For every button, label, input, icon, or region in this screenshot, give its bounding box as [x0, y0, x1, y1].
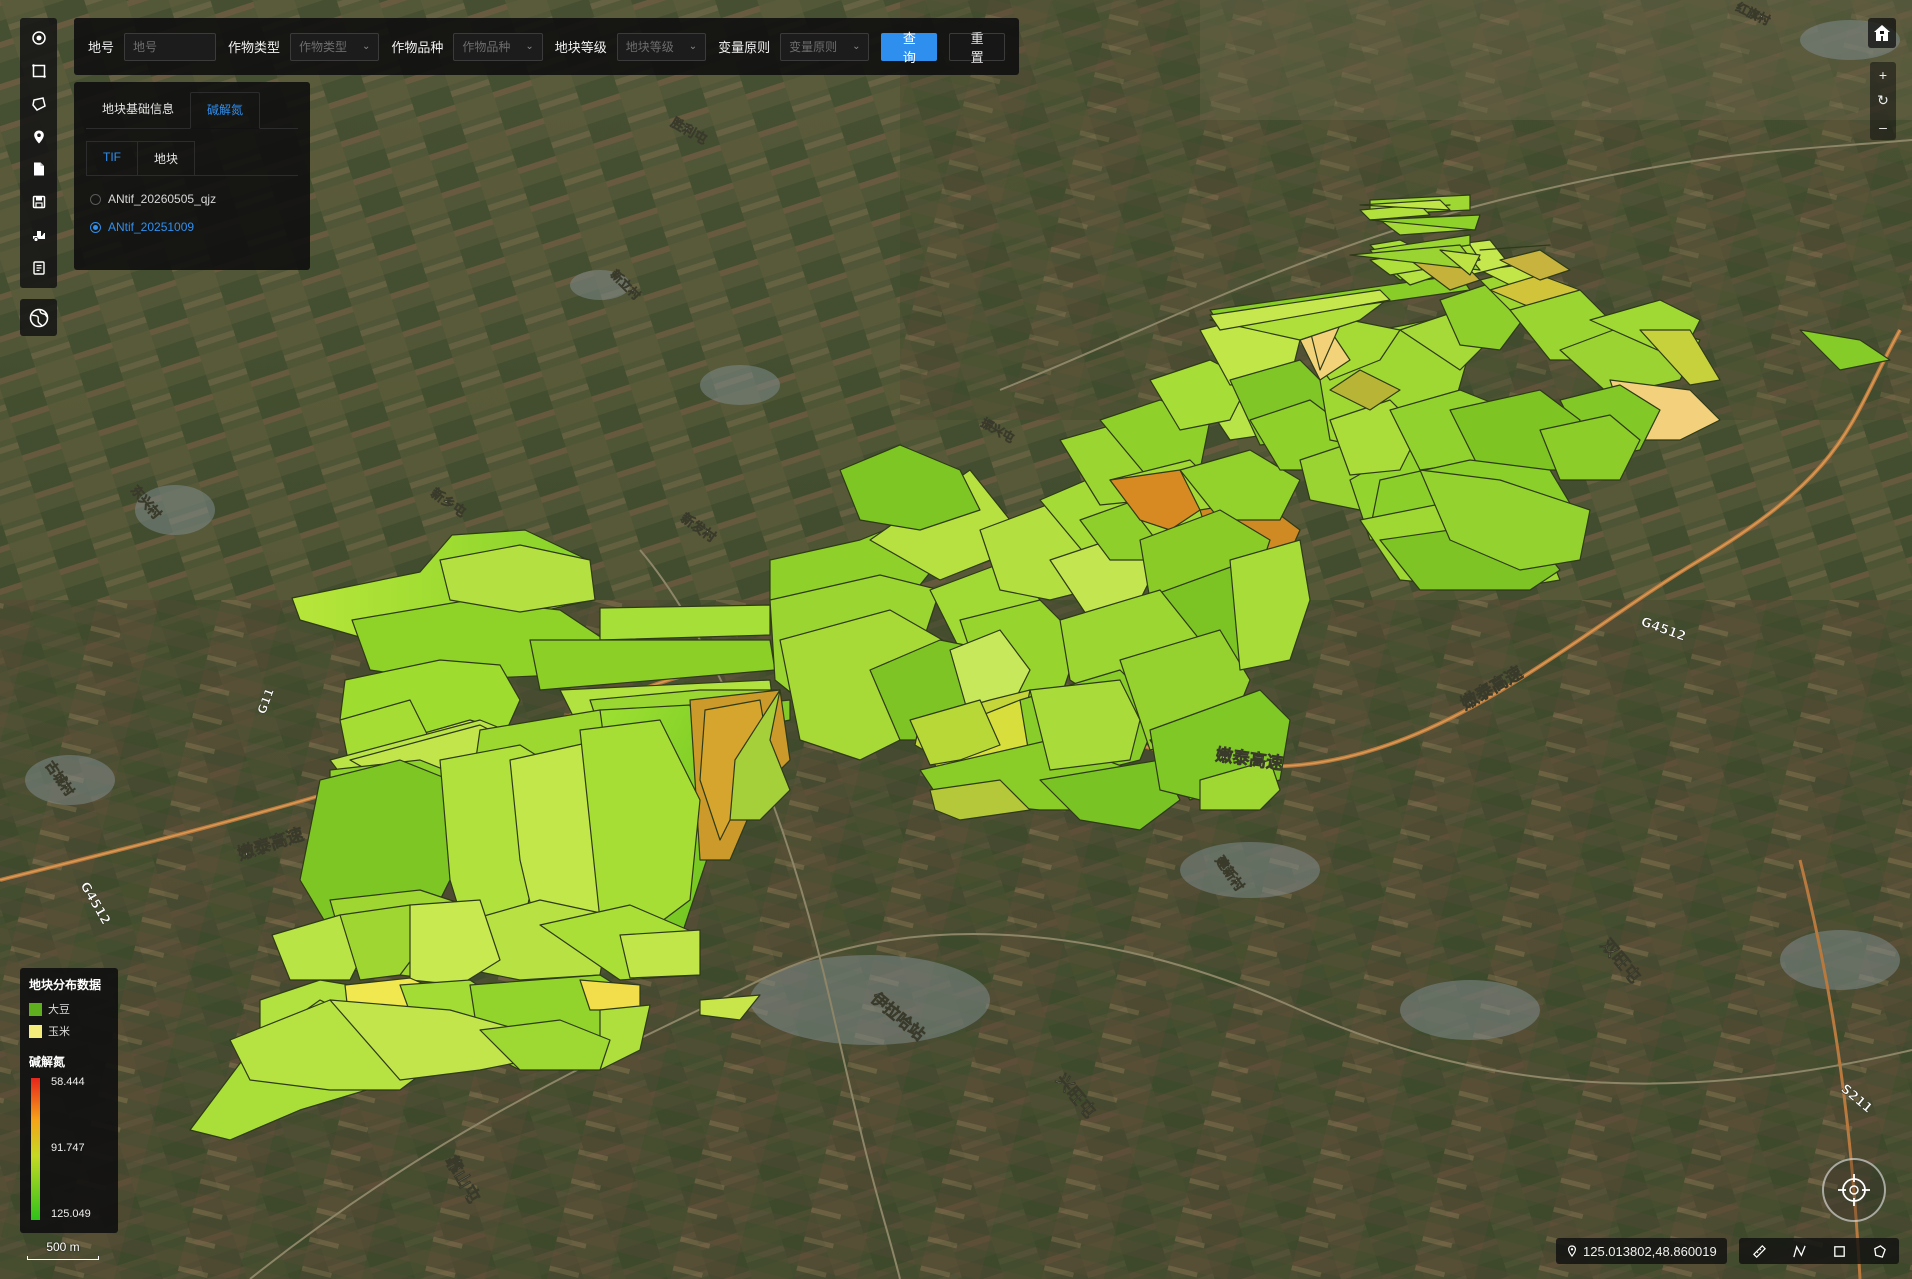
zoom-control: + ↻ – [1870, 62, 1896, 140]
zoom-out-button[interactable]: – [1879, 119, 1887, 135]
location-tool-button[interactable] [26, 124, 52, 149]
square-icon[interactable] [1832, 1244, 1847, 1259]
variable-rule-placeholder: 变量原则 [789, 40, 838, 54]
tractor-icon [32, 230, 45, 242]
crop-variety-select[interactable]: 作物品种 ⌄ [453, 32, 543, 61]
document-list-icon [32, 260, 45, 275]
report-button[interactable] [26, 255, 52, 280]
color-ramp-min: 125.049 [51, 1208, 91, 1220]
chevron-down-icon: ⌄ [688, 41, 698, 52]
polygon-icon [31, 96, 46, 111]
measure-toolbar [1739, 1238, 1899, 1264]
legend-item: 玉米 [29, 1023, 109, 1039]
map-toolbar [20, 18, 57, 288]
reset-view-button[interactable]: ↻ [1877, 92, 1889, 109]
zoom-in-button[interactable]: + [1879, 67, 1887, 83]
variable-rule-select[interactable]: 变量原则 ⌄ [780, 32, 870, 61]
info-tabs: 地块基础信息 碱解氮 [86, 92, 298, 129]
layer-option-label: ANtif_20260505_qjz [108, 192, 217, 206]
scale-bar: 500 m [26, 1240, 100, 1260]
home-button[interactable] [1868, 18, 1896, 48]
color-ramp-mid: 91.747 [51, 1142, 85, 1154]
crop-type-placeholder: 作物类型 [299, 40, 348, 54]
crop-type-select[interactable]: 作物类型 ⌄ [290, 32, 380, 61]
save-button[interactable] [26, 190, 52, 215]
layer-option[interactable]: ANtif_20251009 [86, 220, 298, 234]
crop-type-label: 作物类型 [228, 40, 281, 55]
variable-rule-label: 变量原则 [718, 40, 771, 55]
color-ramp-bar [31, 1078, 40, 1220]
chevron-down-icon: ⌄ [361, 41, 371, 52]
tab-tif[interactable]: TIF [86, 141, 138, 175]
scale-label: 500 m [46, 1240, 80, 1254]
location-pin-icon [1567, 1245, 1577, 1257]
scale-line [27, 1256, 99, 1260]
rectangle-icon [31, 64, 46, 78]
legend-title: 地块分布数据 [29, 978, 102, 992]
radio-button-checked[interactable] [90, 221, 101, 233]
polyline-icon[interactable] [1792, 1244, 1807, 1259]
color-ramp: 58.444 91.747 125.049 [29, 1076, 109, 1222]
polygon-icon[interactable] [1872, 1244, 1887, 1259]
map-legend: 地块分布数据 大豆 玉米 碱解氮 58.444 91.747 125.049 [20, 968, 118, 1233]
basemap-switch-button[interactable] [20, 299, 57, 336]
query-bar: 地号 作物类型 作物类型 ⌄ 作物品种 作物品种 ⌄ 地块等级 地块等级 ⌄ 变… [74, 18, 1019, 75]
color-ramp-max: 58.444 [51, 1076, 85, 1088]
plot-grade-placeholder: 地块等级 [625, 40, 674, 54]
plot-number-input[interactable] [124, 32, 217, 61]
location-pin-icon [33, 130, 44, 144]
compass-control[interactable] [1822, 1158, 1886, 1222]
tab-plot[interactable]: 地块 [137, 141, 196, 175]
import-file-button[interactable] [26, 157, 52, 182]
legend-swatch [29, 1002, 42, 1016]
crop-variety-label: 作物品种 [391, 40, 444, 55]
query-button[interactable]: 查询 [881, 31, 938, 65]
file-icon [33, 162, 44, 176]
farm-tool-button[interactable] [26, 223, 52, 248]
color-ramp-title: 碱解氮 [29, 1055, 66, 1069]
legend-item-label: 玉米 [48, 1026, 70, 1038]
chevron-down-icon: ⌄ [852, 41, 861, 52]
chevron-down-icon: ⌄ [525, 41, 534, 52]
layer-info-panel: 地块基础信息 碱解氮 TIF 地块 ANtif_20260505_qjz ANt… [74, 82, 310, 270]
coordinate-text: 125.013802,48.860019 [1583, 1243, 1717, 1259]
rectangle-tool-button[interactable] [26, 59, 52, 84]
globe-icon [29, 308, 48, 327]
legend-swatch [29, 1024, 42, 1038]
point-tool-button[interactable] [26, 26, 52, 51]
plot-grade-label: 地块等级 [554, 40, 607, 55]
layer-option-label: ANtif_20251009 [108, 220, 195, 234]
ruler-icon[interactable] [1752, 1244, 1767, 1259]
plot-number-label: 地号 [88, 40, 115, 55]
radio-button[interactable] [90, 193, 101, 205]
plot-grade-select[interactable]: 地块等级 ⌄ [616, 32, 707, 61]
save-icon [32, 195, 45, 209]
layer-source-tabs: TIF 地块 [86, 141, 298, 176]
reset-button[interactable]: 重置 [949, 31, 1006, 65]
compass-icon [1838, 1174, 1870, 1206]
legend-item-label: 大豆 [48, 1004, 70, 1016]
legend-item: 大豆 [29, 1001, 109, 1017]
layer-option[interactable]: ANtif_20260505_qjz [86, 192, 298, 206]
coordinate-readout: 125.013802,48.860019 [1556, 1238, 1727, 1264]
home-icon [1874, 25, 1890, 41]
polygon-tool-button[interactable] [26, 92, 52, 117]
tab-plot-basic-info[interactable]: 地块基础信息 [86, 92, 190, 128]
crop-variety-placeholder: 作物品种 [462, 40, 511, 54]
target-icon [31, 31, 46, 46]
tab-alkali-nitrogen[interactable]: 碱解氮 [190, 92, 261, 129]
